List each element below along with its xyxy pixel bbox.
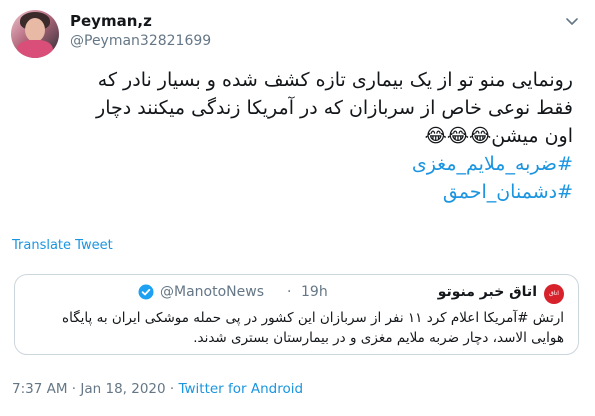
quoted-author-handle: @ManotoNews	[160, 284, 264, 300]
verified-badge-icon	[138, 284, 154, 300]
hashtag-link[interactable]: #دشمنان_احمق	[18, 178, 573, 206]
footer-separator: ·	[67, 381, 81, 397]
author-handle[interactable]: @Peyman32821699	[70, 33, 211, 49]
hashtag-link[interactable]: #ضربه_ملایم_مغزی	[18, 150, 573, 178]
quoted-text-line: هوایی الاسد، دچار ضربه ملایم مغزی و در ب…	[193, 330, 564, 346]
chevron-down-icon[interactable]	[563, 12, 581, 30]
tweet-text: رونمایی منو تو از یک بیماری تازه کشف شده…	[18, 66, 573, 206]
footer-separator: ·	[165, 381, 179, 397]
separator-dot: ·	[287, 284, 292, 300]
quoted-text-line: ارتش #آمریکا اعلام کرد ۱۱ نفر از سربازان…	[62, 310, 564, 326]
tweet-text-line: رونمایی منو تو از یک بیماری تازه کشف شده…	[97, 69, 573, 91]
author-name[interactable]: Peyman,z	[70, 12, 152, 30]
avatar[interactable]	[11, 10, 59, 58]
tweet-source-link[interactable]: Twitter for Android	[178, 381, 303, 397]
quoted-timestamp: 19h	[301, 284, 328, 300]
quoted-avatar[interactable]: اتاق خبر	[544, 284, 564, 304]
tweet-text-line: فقط نوعی خاص از سربازان که در آمریکا زند…	[96, 97, 573, 119]
tweet-date[interactable]: Jan 18, 2020	[80, 381, 165, 397]
tweet-text-line: اون میشن😂😂😂	[424, 125, 573, 147]
tweet: Peyman,z @Peyman32821699 رونمایی منو تو …	[0, 0, 595, 416]
quoted-tweet[interactable]: اتاق خبر اتاق خبر منوتو @ManotoNews · 19…	[14, 274, 579, 355]
tweet-time[interactable]: 7:37 AM	[12, 381, 68, 397]
translate-tweet-link[interactable]: Translate Tweet	[12, 238, 113, 253]
quoted-author-name: اتاق خبر منوتو	[437, 284, 537, 300]
tweet-footer: 7:37 AM · Jan 18, 2020 · Twitter for And…	[12, 381, 303, 397]
quoted-tweet-text: ارتش #آمریکا اعلام کرد ۱۱ نفر از سربازان…	[29, 308, 564, 348]
